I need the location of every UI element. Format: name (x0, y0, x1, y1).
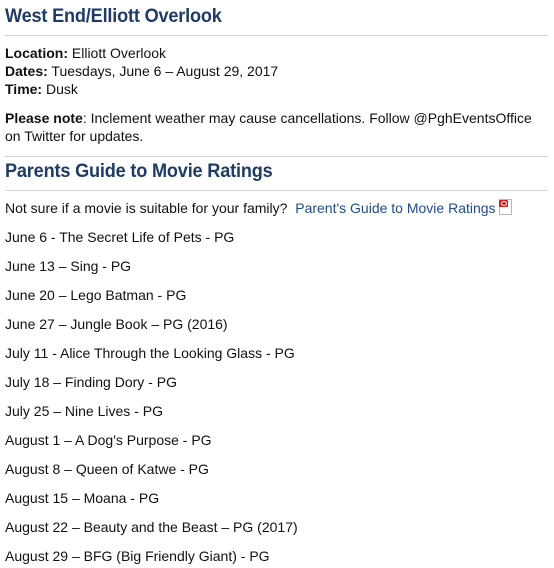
ratings-guide-link[interactable]: Parent's Guide to Movie Ratings (295, 200, 495, 216)
movie-list-item: August 1 – A Dog's Purpose - PG (5, 432, 212, 448)
movie-list-item: August 29 – BFG (Big Friendly Giant) - P… (5, 548, 270, 564)
dates-label: Dates: (5, 63, 48, 79)
movie-list-item: August 15 – Moana - PG (5, 490, 160, 506)
divider (5, 35, 548, 36)
movie-list-item: July 25 – Nine Lives - PG (5, 403, 163, 419)
note-label: Please note (5, 110, 83, 126)
time-line: Time: Dusk (5, 80, 78, 98)
movie-list-item: August 22 – Beauty and the Beast – PG (2… (5, 519, 298, 535)
movie-list-item: July 18 – Finding Dory - PG (5, 374, 177, 390)
ratings-guide-line: Not sure if a movie is suitable for your… (5, 199, 512, 217)
divider (5, 190, 548, 191)
dates-line: Dates: Tuesdays, June 6 – August 29, 201… (5, 62, 278, 80)
movie-list-item: July 11 - Alice Through the Looking Glas… (5, 345, 295, 361)
pdf-icon[interactable] (498, 199, 512, 215)
location-label: Location: (5, 45, 68, 61)
time-value: Dusk (42, 81, 78, 97)
movie-list-item: June 20 – Lego Batman - PG (5, 287, 187, 303)
divider (5, 156, 548, 157)
location-value: Elliott Overlook (68, 45, 167, 61)
location-line: Location: Elliott Overlook (5, 44, 166, 62)
time-label: Time: (5, 81, 43, 97)
section-title-west-end: West End/Elliott Overlook (5, 5, 222, 27)
movie-list-item: August 8 – Queen of Katwe - PG (5, 461, 209, 477)
movie-list-item: June 6 - The Secret Life of Pets - PG (5, 229, 235, 245)
movie-list-item: June 27 – Jungle Book – PG (2016) (5, 316, 228, 332)
ratings-intro-text: Not sure if a movie is suitable for your… (5, 200, 288, 216)
dates-value: Tuesdays, June 6 – August 29, 2017 (47, 63, 279, 79)
note-text: : Inclement weather may cause cancellati… (5, 110, 532, 144)
weather-note: Please note: Inclement weather may cause… (5, 109, 550, 145)
section-title-ratings-guide: Parents Guide to Movie Ratings (5, 160, 273, 182)
movie-list-item: June 13 – Sing - PG (5, 258, 132, 274)
